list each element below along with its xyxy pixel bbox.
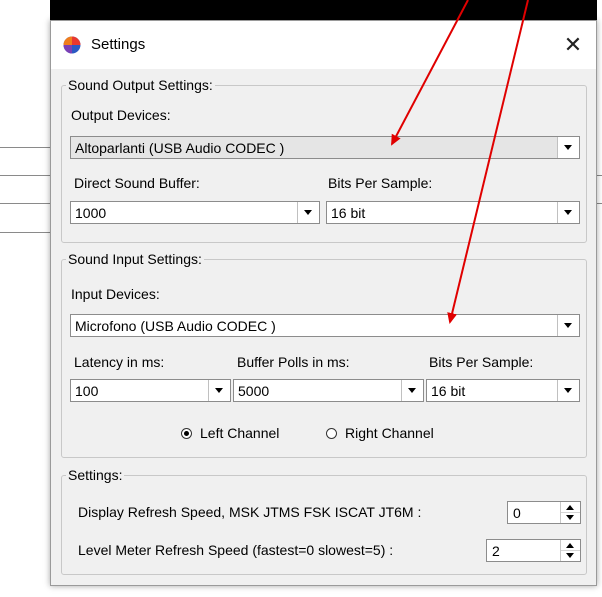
- annotation-arrows: [391, 0, 529, 324]
- annotation-arrow-input: [447, 0, 529, 324]
- annotation-arrow-output: [391, 0, 469, 146]
